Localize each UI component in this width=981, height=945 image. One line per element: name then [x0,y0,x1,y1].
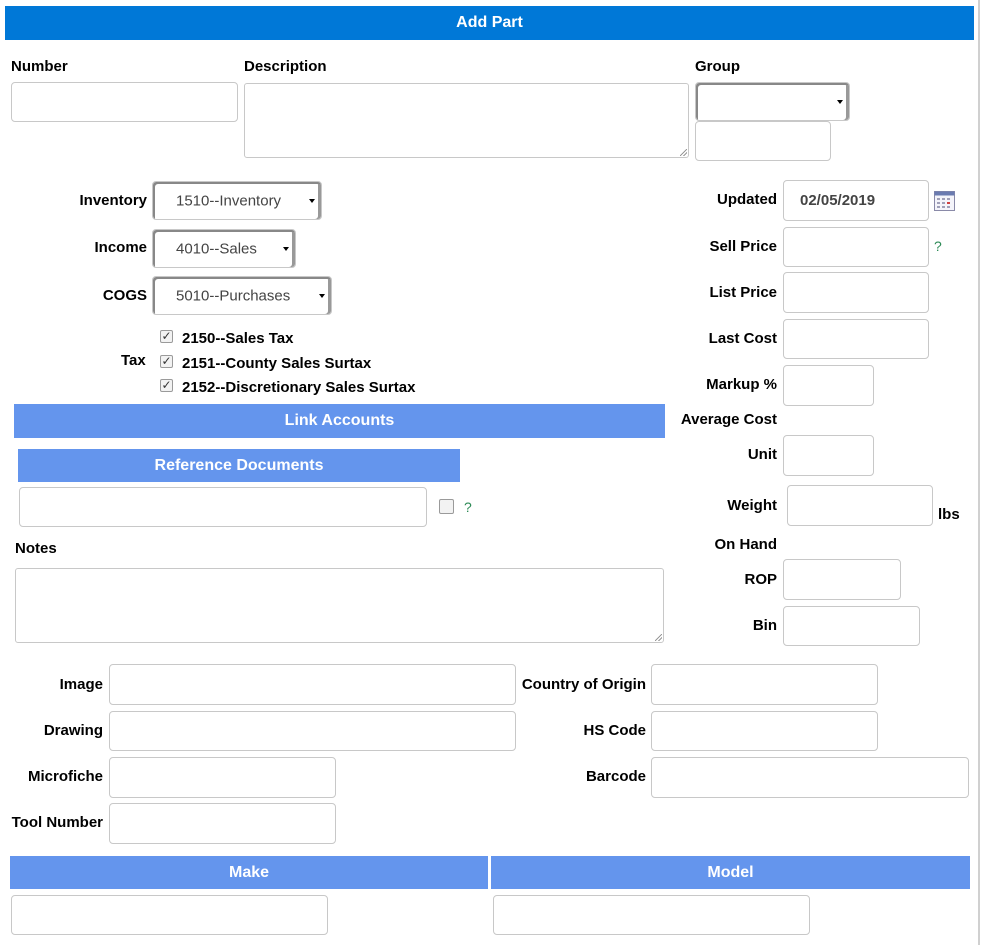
resize-grip-icon [680,149,687,156]
tax-2150-label: 2150--Sales Tax [182,330,294,347]
tax-label: Tax [121,352,146,369]
tax-2150-checkbox[interactable]: ✓ [160,330,173,343]
markup-input[interactable] [783,365,874,406]
chevron-down-icon [837,99,843,104]
tax-2151-label: 2151--County Sales Surtax [182,355,372,372]
weight-input[interactable] [787,485,933,526]
list-price-label: List Price [709,284,777,301]
link-accounts-button[interactable]: Link Accounts [14,404,665,438]
inventory-label: Inventory [79,192,147,209]
sell-price-help-icon[interactable]: ? [934,238,942,254]
tax-2151-checkbox[interactable]: ✓ [160,355,173,368]
average-cost-label: Average Cost [680,411,777,428]
rop-input[interactable] [783,559,901,600]
tax-2152-label: 2152--Discretionary Sales Surtax [182,379,416,396]
group-select[interactable] [695,82,850,121]
make-input[interactable] [11,895,328,935]
number-label: Number [11,58,68,75]
cogs-label: COGS [102,287,147,304]
income-label: Income [94,239,147,256]
barcode-label: Barcode [585,768,646,785]
cogs-select[interactable]: 5010--Purchases [152,276,332,315]
make-button[interactable]: Make [10,856,488,889]
country-of-origin-label: Country of Origin [521,676,646,693]
number-input[interactable] [11,82,238,122]
sell-price-label: Sell Price [709,238,777,255]
notes-label: Notes [15,540,57,557]
updated-input[interactable]: 02/05/2019 [783,180,929,221]
barcode-input[interactable] [651,757,969,798]
inventory-select[interactable]: 1510--Inventory [152,181,322,220]
inventory-select-value: 1510--Inventory [176,192,282,209]
description-label: Description [244,58,327,75]
reference-documents-input[interactable] [19,487,427,527]
bin-input[interactable] [783,606,920,646]
tool-number-input[interactable] [109,803,336,844]
description-textarea[interactable] [244,83,689,158]
image-label: Image [59,676,103,693]
calendar-icon[interactable] [934,191,955,211]
hs-code-label: HS Code [583,722,646,739]
chevron-down-icon [309,198,315,203]
on-hand-label: On Hand [714,536,778,553]
unit-input[interactable] [783,435,874,476]
hs-code-input[interactable] [651,711,878,751]
last-cost-label: Last Cost [708,330,777,347]
bin-label: Bin [752,617,777,634]
reference-help-icon[interactable]: ? [464,499,472,515]
country-of-origin-input[interactable] [651,664,878,705]
reference-documents-checkbox[interactable] [439,499,454,514]
updated-label: Updated [717,191,777,208]
last-cost-input[interactable] [783,319,929,359]
microfiche-input[interactable] [109,757,336,798]
cogs-select-value: 5010--Purchases [176,287,291,304]
model-input[interactable] [493,895,810,935]
tool-number-label: Tool Number [11,814,103,831]
microfiche-label: Microfiche [27,768,103,785]
chevron-down-icon [283,246,289,251]
income-select-value: 4010--Sales [176,240,257,257]
weight-unit-label: lbs [938,506,960,523]
chevron-down-icon [319,293,325,298]
group-input[interactable] [695,121,831,161]
income-select[interactable]: 4010--Sales [152,229,296,268]
group-label: Group [695,58,740,75]
model-button[interactable]: Model [491,856,970,889]
markup-label: Markup % [706,376,777,393]
drawing-label: Drawing [43,722,103,739]
list-price-input[interactable] [783,272,929,313]
drawing-input[interactable] [109,711,516,751]
resize-grip-icon [655,634,662,641]
tax-2152-checkbox[interactable]: ✓ [160,379,173,392]
reference-documents-button[interactable]: Reference Documents [18,449,460,482]
notes-textarea[interactable] [15,568,664,643]
unit-label: Unit [747,446,777,463]
form-header: Add Part [5,6,974,40]
right-border [978,0,980,945]
rop-label: ROP [744,571,777,588]
weight-label: Weight [727,497,777,514]
image-input[interactable] [109,664,516,705]
sell-price-input[interactable] [783,227,929,267]
